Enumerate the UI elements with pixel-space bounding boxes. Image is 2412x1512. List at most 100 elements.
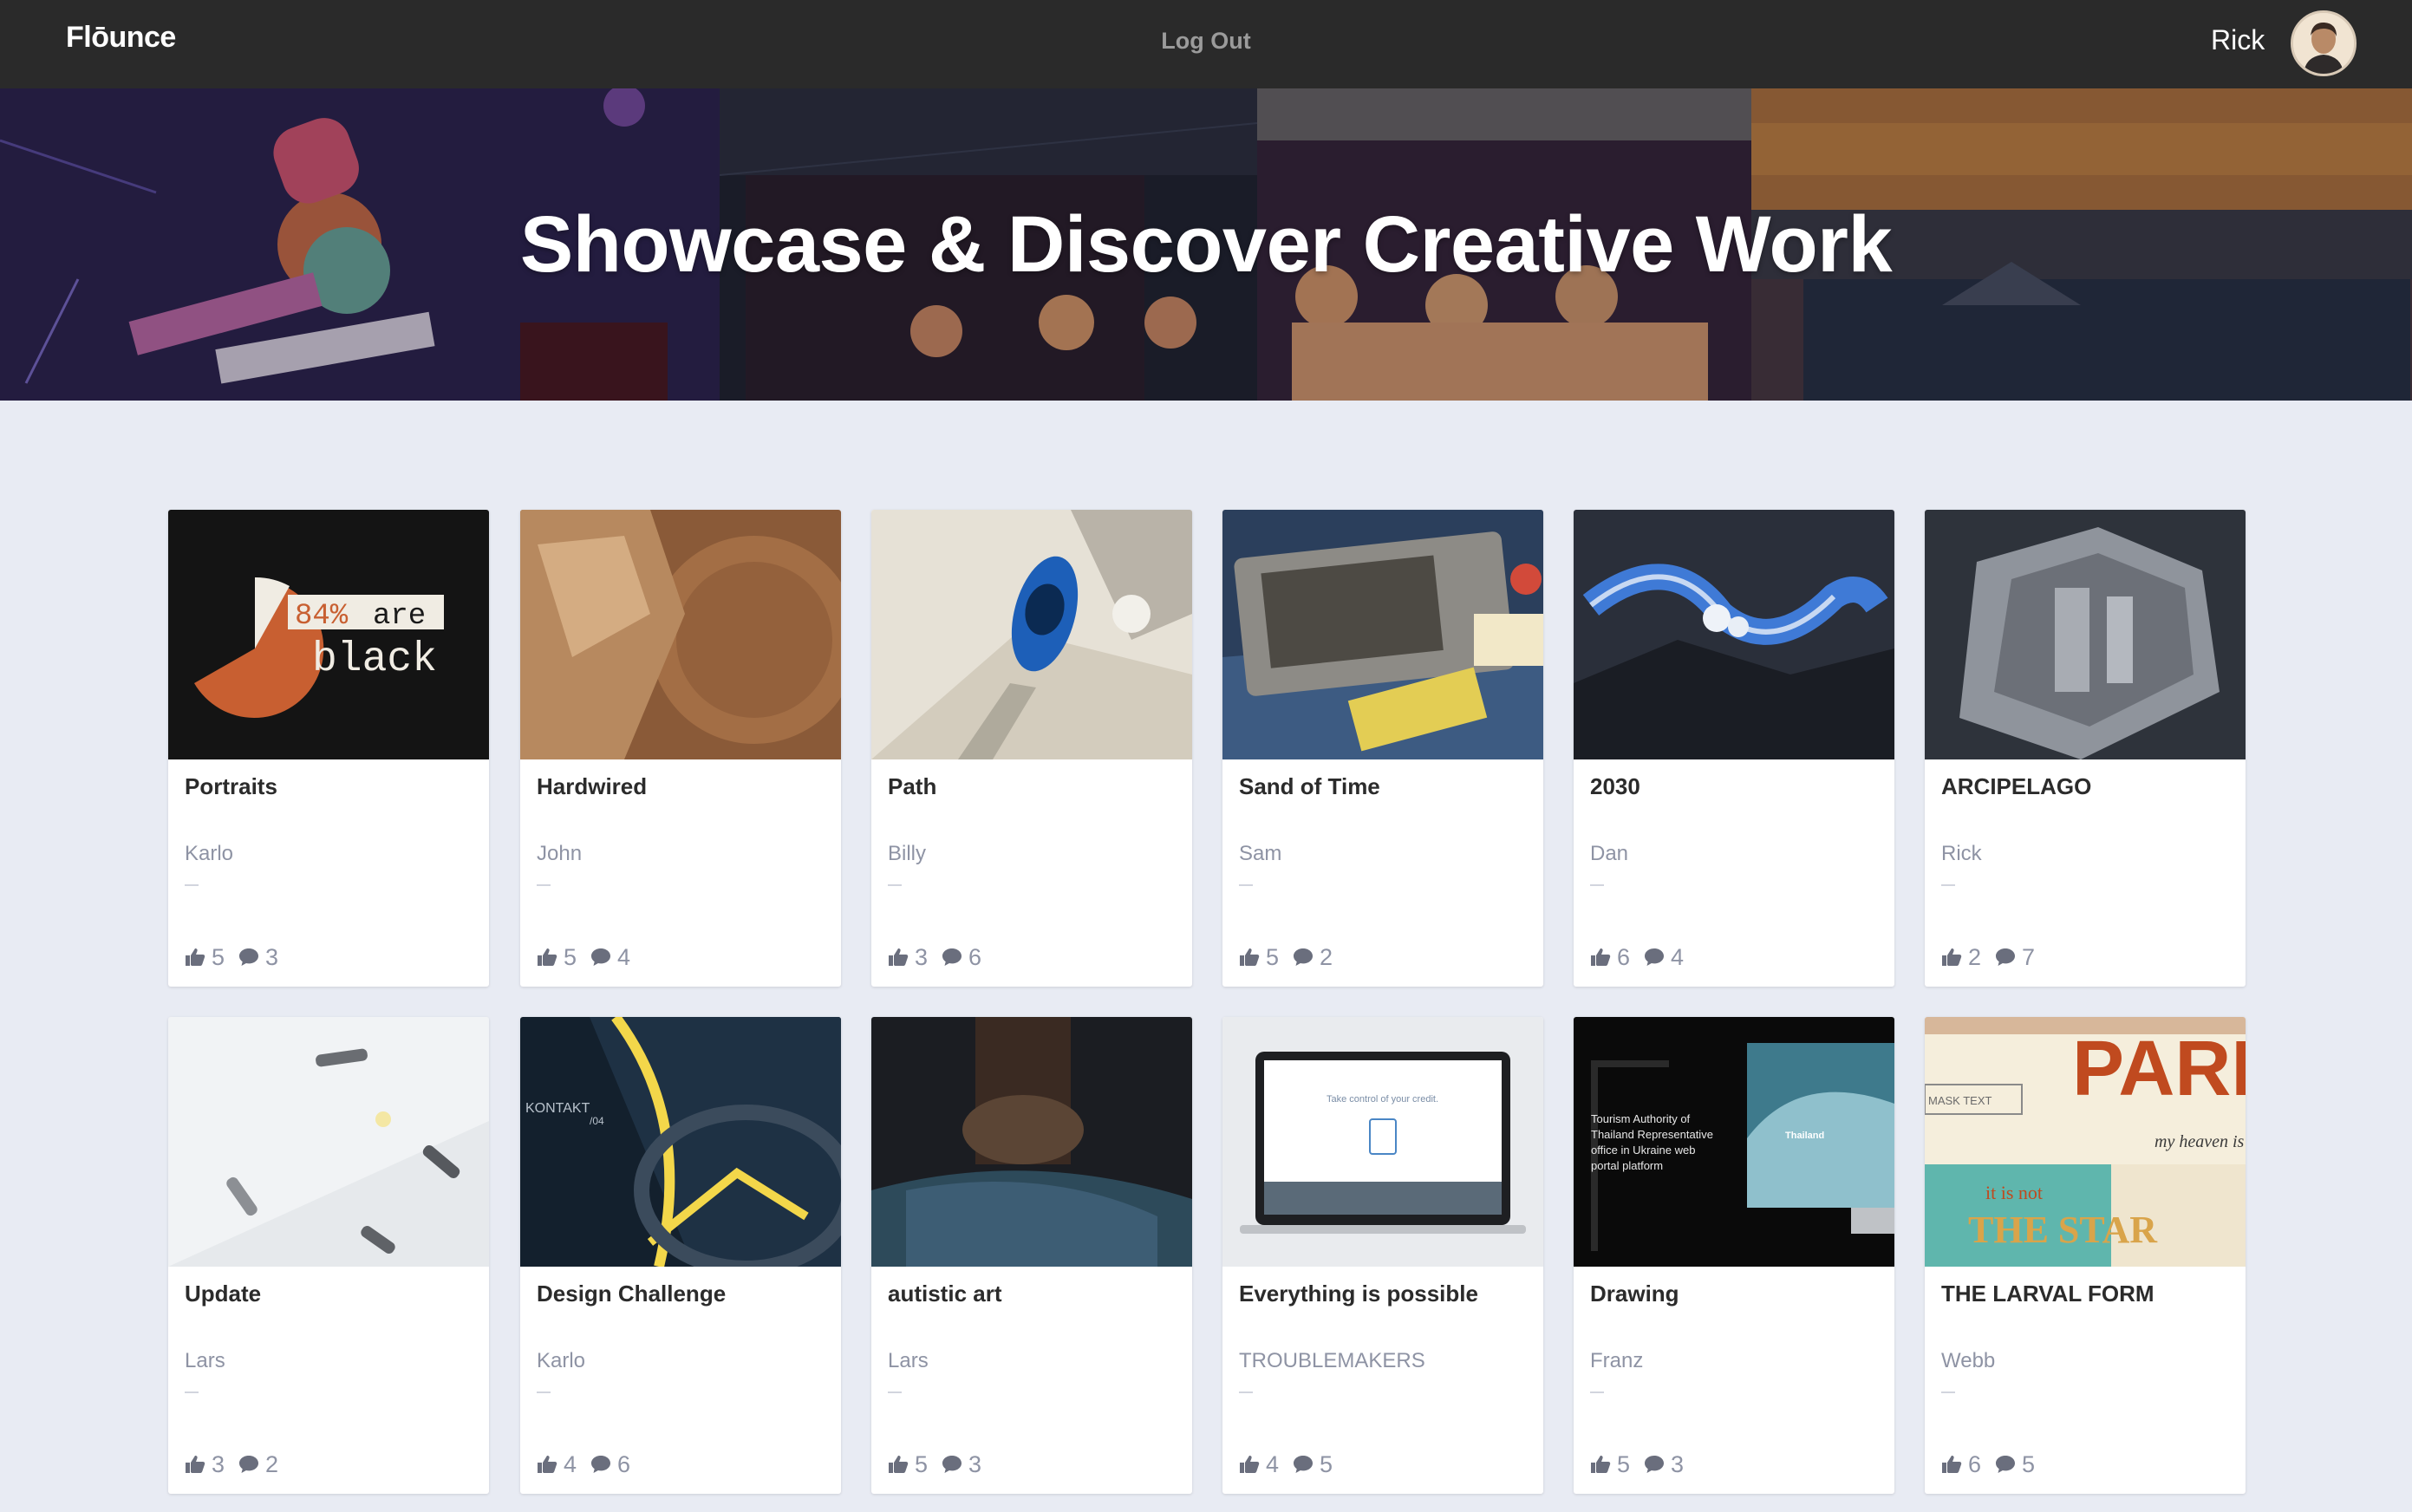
project-author[interactable]: Lars	[185, 1349, 225, 1373]
project-card[interactable]: 2030 Dan 6 4	[1574, 510, 1894, 987]
comments-stat[interactable]: 3	[1644, 1451, 1684, 1478]
project-author[interactable]: Webb	[1941, 1349, 1995, 1373]
project-title[interactable]: ARCIPELAGO	[1941, 773, 2091, 800]
thumb-text: it is not	[1985, 1182, 2043, 1203]
project-card[interactable]: Take control of your credit. Everything …	[1222, 1017, 1543, 1494]
comments-stat[interactable]: 5	[1293, 1451, 1333, 1478]
project-author[interactable]: Karlo	[185, 842, 233, 866]
comments-stat[interactable]: 6	[590, 1451, 630, 1478]
comments-stat[interactable]: 3	[942, 1451, 981, 1478]
project-title[interactable]: Hardwired	[537, 773, 647, 800]
comments-stat[interactable]: 5	[1995, 1451, 2035, 1478]
project-thumbnail[interactable]: Take control of your credit.	[1222, 1017, 1543, 1267]
project-card[interactable]: autistic art Lars 5 3	[871, 1017, 1192, 1494]
project-author[interactable]: TROUBLEMAKERS	[1239, 1349, 1425, 1373]
likes-stat[interactable]: 2	[1941, 944, 1981, 971]
project-stats: 5 3	[185, 943, 292, 971]
comment-bubble-icon	[1996, 948, 2016, 966]
project-thumbnail[interactable]: PARIS my heaven is MASK TEXT it is not T…	[1925, 1017, 2246, 1267]
thumbs-up-icon	[1240, 1456, 1260, 1473]
laptop-mockup-artwork: Take control of your credit.	[1222, 1017, 1543, 1267]
divider	[1590, 1391, 1604, 1393]
project-card[interactable]: 84% are black Portraits Karlo 5 3	[168, 510, 489, 987]
project-author[interactable]: Rick	[1941, 842, 1982, 866]
comments-stat[interactable]: 6	[942, 944, 981, 971]
project-thumbnail[interactable]	[871, 1017, 1192, 1267]
comments-stat[interactable]: 2	[1293, 944, 1333, 971]
project-title[interactable]: Design Challenge	[537, 1281, 726, 1307]
comment-bubble-icon	[239, 1456, 259, 1473]
project-card[interactable]: ARCIPELAGO Rick 2 7	[1925, 510, 2246, 987]
likes-count: 4	[1266, 1450, 1280, 1477]
project-thumbnail[interactable]	[1925, 510, 2246, 759]
project-thumbnail[interactable]	[871, 510, 1192, 759]
comment-bubble-icon	[1294, 1456, 1314, 1473]
project-card[interactable]: Path Billy 3 6	[871, 510, 1192, 987]
logout-link[interactable]: Log Out	[1161, 28, 1250, 54]
project-thumbnail[interactable]	[1574, 510, 1894, 759]
divider	[185, 884, 199, 886]
typography-poster-artwork: PARIS my heaven is MASK TEXT it is not T…	[1925, 1017, 2246, 1267]
project-title[interactable]: Drawing	[1590, 1281, 1679, 1307]
project-card[interactable]: PARIS my heaven is MASK TEXT it is not T…	[1925, 1017, 2246, 1494]
top-navbar: Flōunce Log Out Rick	[0, 0, 2412, 88]
project-title[interactable]: autistic art	[888, 1281, 1002, 1307]
likes-stat[interactable]: 5	[888, 1451, 928, 1478]
thumb-text: office in Ukraine web	[1591, 1144, 1695, 1157]
project-thumbnail[interactable]	[520, 510, 841, 759]
project-title[interactable]: Sand of Time	[1239, 773, 1380, 800]
project-card[interactable]: KONTAKT /04 Design Challenge Karlo 4 6	[520, 1017, 841, 1494]
comment-bubble-icon	[942, 1456, 962, 1473]
project-title[interactable]: Update	[185, 1281, 261, 1307]
comments-count: 6	[617, 1450, 631, 1477]
comment-bubble-icon	[591, 1456, 611, 1473]
logout-wrapper: Log Out	[0, 28, 2412, 55]
thumb-text: THE STAR	[1968, 1209, 2158, 1251]
divider	[537, 884, 551, 886]
likes-stat[interactable]: 6	[1590, 944, 1630, 971]
likes-stat[interactable]: 5	[185, 944, 225, 971]
likes-stat[interactable]: 6	[1941, 1451, 1981, 1478]
project-author[interactable]: John	[537, 842, 582, 866]
project-stats: 4 5	[1239, 1450, 1346, 1478]
project-thumbnail[interactable]: KONTAKT /04	[520, 1017, 841, 1267]
project-title[interactable]: Portraits	[185, 773, 277, 800]
project-author[interactable]: Lars	[888, 1349, 929, 1373]
comments-count: 2	[265, 1450, 279, 1477]
project-stats: 4 6	[537, 1450, 644, 1478]
portrait-photo-artwork	[871, 1017, 1192, 1267]
project-author[interactable]: Dan	[1590, 842, 1628, 866]
thumbs-up-icon	[538, 948, 557, 966]
project-title[interactable]: THE LARVAL FORM	[1941, 1281, 2155, 1307]
likes-stat[interactable]: 3	[888, 944, 928, 971]
project-thumbnail[interactable]	[1222, 510, 1543, 759]
project-title[interactable]: 2030	[1590, 773, 1640, 800]
user-avatar[interactable]	[2291, 10, 2357, 76]
likes-stat[interactable]: 5	[1590, 1451, 1630, 1478]
project-card[interactable]: Hardwired John 5 4	[520, 510, 841, 987]
project-author[interactable]: Franz	[1590, 1349, 1643, 1373]
project-thumbnail[interactable]: 84% are black	[168, 510, 489, 759]
project-card[interactable]: Update Lars 3 2	[168, 1017, 489, 1494]
project-title[interactable]: Path	[888, 773, 936, 800]
comments-stat[interactable]: 4	[1644, 944, 1684, 971]
divider	[537, 1391, 551, 1393]
likes-stat[interactable]: 4	[537, 1451, 577, 1478]
likes-stat[interactable]: 3	[185, 1451, 225, 1478]
project-card[interactable]: Sand of Time Sam 5 2	[1222, 510, 1543, 987]
username[interactable]: Rick	[2211, 24, 2265, 56]
project-title[interactable]: Everything is possible	[1239, 1281, 1478, 1307]
project-author[interactable]: Billy	[888, 842, 926, 866]
likes-stat[interactable]: 4	[1239, 1451, 1279, 1478]
project-author[interactable]: Sam	[1239, 842, 1281, 866]
project-thumbnail[interactable]: Tourism Authority of Thailand Representa…	[1574, 1017, 1894, 1267]
comments-stat[interactable]: 7	[1995, 944, 2035, 971]
likes-stat[interactable]: 5	[537, 944, 577, 971]
project-author[interactable]: Karlo	[537, 1349, 585, 1373]
comments-stat[interactable]: 2	[238, 1451, 278, 1478]
likes-stat[interactable]: 5	[1239, 944, 1279, 971]
comments-stat[interactable]: 3	[238, 944, 278, 971]
project-thumbnail[interactable]	[168, 1017, 489, 1267]
comments-stat[interactable]: 4	[590, 944, 630, 971]
project-card[interactable]: Tourism Authority of Thailand Representa…	[1574, 1017, 1894, 1494]
